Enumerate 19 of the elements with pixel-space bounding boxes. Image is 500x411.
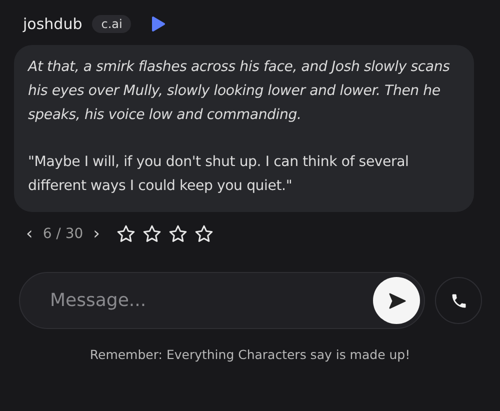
star-icon[interactable] [142,224,162,244]
play-icon[interactable] [151,16,166,32]
previous-button[interactable]: ‹ [24,224,35,244]
dialogue-text: "Maybe I will, if you don't shut up. I can think of several different ways I could keep you quiet." [28,153,410,196]
send-icon [388,292,406,308]
send-button[interactable] [373,277,420,324]
creator-tag: c.ai [92,15,132,33]
message-field[interactable]: Message... [48,289,373,312]
phone-icon [450,292,468,310]
star-icon[interactable] [194,224,214,244]
call-button[interactable] [435,277,482,324]
message-composer[interactable]: Message... [19,272,425,329]
star-icon[interactable] [168,224,188,244]
star-icon[interactable] [116,224,136,244]
disclaimer-text: Remember: Everything Characters say is made up! [88,347,412,362]
reply-counter: 6 / 30 [42,226,84,242]
next-button[interactable]: › [91,224,102,244]
narration-text: At that, a smirk flashes across his face, and Josh slowly scans his eyes over Mully, slowly looking lower and lower. Then he speaks, his voice low and commanding. [28,58,451,125]
character-name: joshdub [23,15,82,33]
